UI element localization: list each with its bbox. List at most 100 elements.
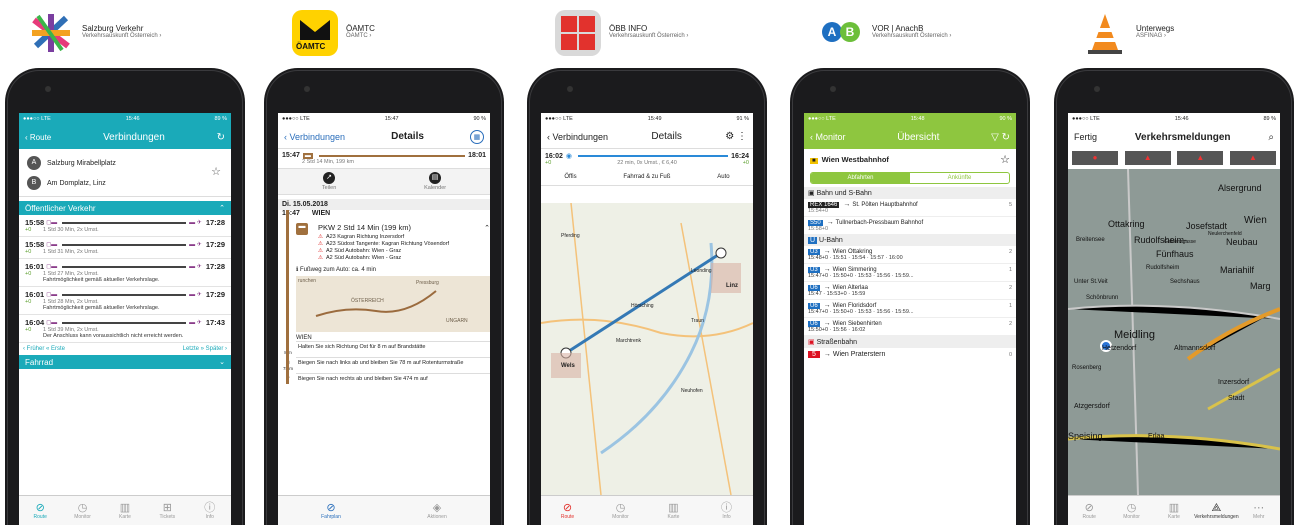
nav-bar: ‹ Verbindungen Details ▦ xyxy=(278,125,490,149)
seg-abfahrten[interactable]: Abfahrten xyxy=(811,173,910,183)
arrow-icon: ↰ xyxy=(285,360,291,366)
done-button[interactable]: Fertig xyxy=(1074,132,1097,142)
tab-info[interactable]: ⓘ Info xyxy=(707,502,747,520)
connection-row[interactable]: 15:58 ◻▬ ▬ ✈ 17:29 +0 1 Std 31 Min, 2x Umst. xyxy=(19,237,231,259)
calendar-button[interactable]: ▤ Kalender xyxy=(424,172,446,191)
bus-icon: ■ xyxy=(810,158,818,164)
star-icon[interactable]: ☆ xyxy=(1000,153,1010,166)
app-subtitle: Verkehrsauskunft Österreich › xyxy=(82,33,162,39)
departure-row[interactable]: U3 → Wien Simmering 1 15:47+0 · 15:50+0 · 1… xyxy=(804,264,1016,282)
tab-traffic[interactable]: ⟁ Verkehrsmeldungen xyxy=(1194,502,1238,520)
tab-more[interactable]: ⋯ Mehr xyxy=(1239,502,1279,520)
route-map[interactable]: runchen Pressburg ÖSTERREICH UNGARN xyxy=(296,276,490,332)
map-label: Hetzendorf xyxy=(1102,345,1137,352)
phone-frame: ●●●○○ LTE 15:49 91 % ‹ Verbindungen Detail… xyxy=(527,68,767,525)
departure-row[interactable]: U3 → Wien Ottakring 2 15:48+0 · 15:51 · 15:… xyxy=(804,246,1016,264)
tab-info[interactable]: ⓘ Info xyxy=(190,502,230,520)
tab-route[interactable]: ⊘ Route xyxy=(20,502,60,520)
filter-icon[interactable]: ▽ ↻ xyxy=(991,132,1010,143)
seg-ankuenfte[interactable]: Ankünfte xyxy=(910,173,1009,183)
back-button[interactable]: ‹ Route xyxy=(25,133,51,142)
departure-row[interactable]: REX 1646 → St. Pölten Hauptbahnhof 5 15:54+… xyxy=(804,199,1016,217)
section-ubahn: U U-Bahn xyxy=(804,235,1016,246)
tab-monitor[interactable]: ◷ Monitor xyxy=(63,502,103,520)
tram-icon: ▣ xyxy=(808,339,817,346)
section-header[interactable]: Öffentlicher Verkehr ⌃ xyxy=(19,201,231,215)
map[interactable]: Pferding Leonding Linz Traun Marchtrenk … xyxy=(541,203,753,495)
map-label: Rudolfsheim xyxy=(1146,265,1180,271)
chevron-up-icon: ⌃ xyxy=(484,224,490,232)
tab-monitor[interactable]: ◷ Monitor xyxy=(601,502,641,520)
warning-icon[interactable]: ▲ xyxy=(1229,151,1276,165)
mode-oeffis[interactable]: Öffis xyxy=(564,174,576,180)
screen: ●●●○○ LTE 15:46 89 % Fertig Verkehrsmeldun… xyxy=(1068,113,1280,525)
car-icon: ▬ xyxy=(302,152,313,159)
car-icon: ▬ xyxy=(296,223,308,235)
arrow-icon: ↑ xyxy=(286,344,290,350)
tab-map[interactable]: ▥ Karte xyxy=(105,502,145,520)
map-label: Breitensee xyxy=(1076,237,1105,243)
filter-all-button[interactable]: ● xyxy=(1072,151,1118,165)
bike-section[interactable]: Fahrrad ⌄ xyxy=(19,355,231,369)
back-button[interactable]: ‹ Monitor xyxy=(810,132,846,142)
tab-fahrplan[interactable]: ⊘ Fahrplan xyxy=(311,502,351,520)
route-endpoints: A Salzburg Mirabellplatz B Am Domplatz, Li… xyxy=(19,149,231,197)
departure-row[interactable]: U6 → Wien Floridsdorf 1 15:47+0 · 15:50+0 ·… xyxy=(804,300,1016,318)
map-label: Neulerchenfeld xyxy=(1208,231,1242,237)
tab-map[interactable]: ▥ Karte xyxy=(654,502,694,520)
departure-row[interactable]: U6 → Wien Alterlaa 2 15:47 · 15:53+0 · 15:5… xyxy=(804,282,1016,300)
nav-bar: ‹ Verbindungen Details ⚙ ⋮ xyxy=(541,125,753,149)
departure-row[interactable]: U6 → Wien Siebenhirten 2 15:50+0 · 15:56 · … xyxy=(804,318,1016,336)
departure-row[interactable]: S50 → Tullnerbach-Pressbaum Bahnhof 15:58+… xyxy=(804,217,1016,235)
tab-route[interactable]: ⊘ Route xyxy=(1069,502,1109,520)
tab-aktionen[interactable]: ◈ Aktionen xyxy=(417,502,457,520)
page-title: Details xyxy=(651,131,682,142)
warning-icon[interactable]: ▲ xyxy=(1177,151,1224,165)
screen: ●●●○○ LTE 15:46 89 % ‹ Route Verbindungen … xyxy=(19,113,231,525)
later-button[interactable]: Letzte » Später › xyxy=(183,346,227,352)
tab-tickets[interactable]: ⊞ Tickets xyxy=(147,502,187,520)
gear-icon[interactable]: ⚙ ⋮ xyxy=(725,131,747,142)
mode-car[interactable]: Auto xyxy=(717,174,729,180)
tab-route[interactable]: ⊘ Route xyxy=(548,502,588,520)
calendar-icon[interactable]: ▦ xyxy=(469,129,484,144)
tab-bar: ⊘ Route ◷ Monitor ▥ Karte ⟁ Verkehrsmeldunge… xyxy=(1068,495,1280,525)
bus-icon: ◻▬ xyxy=(46,242,58,248)
earlier-button[interactable]: ‹ Früher « Erste xyxy=(23,346,65,352)
departure-row[interactable]: 5 → Wien Praterstern 0 xyxy=(804,348,1016,361)
mode-bike-walk[interactable]: Fahrrad & zu Fuß xyxy=(623,174,670,180)
phone-frame: ●●●○○ LTE 15:46 89 % Fertig Verkehrsmeldun… xyxy=(1054,68,1294,525)
back-button[interactable]: ‹ Verbindungen xyxy=(284,132,345,142)
share-button[interactable]: ↗ Teilen xyxy=(322,172,336,191)
status-bar: ●●●○○ LTE 15:48 90 % xyxy=(804,113,1016,125)
map-label: Unter St.Veit xyxy=(1074,279,1108,285)
map-icon: ▥ xyxy=(119,501,131,514)
map[interactable]: Alsergrund Ottakring Josefstadt Wien Breiten… xyxy=(1068,169,1280,495)
pager: ‹ Früher « Erste Letzte » Später › xyxy=(19,343,231,355)
warning-icon[interactable]: ▲ xyxy=(1124,151,1171,165)
ubahn-icon: U xyxy=(808,237,818,244)
pkw-block[interactable]: ▬ PKW 2 Std 14 Min (199 km) ⌃ ⚠ A23 Kagran… xyxy=(296,223,490,262)
tab-map[interactable]: ▥ Karte xyxy=(1154,502,1194,520)
from-field[interactable]: Salzburg Mirabellplatz xyxy=(47,160,116,167)
app-column-asfinag: Unterwegs ASFINAG › ●●●○○ LTE 15:46 89 % F… xyxy=(1054,0,1294,525)
section-tram: ▣ Straßenbahn xyxy=(804,336,1016,348)
map-label: Altmannsdorf xyxy=(1174,345,1216,352)
map-label: Speising xyxy=(1068,431,1103,441)
route-step: ⚠ A23 Kagran Richtung Inzersdorf xyxy=(318,234,405,240)
warning-icon: ⚠ xyxy=(318,234,323,240)
search-icon[interactable]: ⌕ xyxy=(1268,132,1274,143)
connection-row[interactable]: 16:01 ◻▬ ▬ ✈ 17:29 +0 1 Std 28 Min, 2x Umst. F… xyxy=(19,287,231,315)
connection-row[interactable]: 15:58 ◻▬ ▬ ✈ 17:28 +0 1 Std 30 Min, 2x Umst. xyxy=(19,215,231,237)
connection-row[interactable]: 16:01 ◻▬ ▬ ✈ 17:28 +0 1 Std 27 Min, 2x Umst. F… xyxy=(19,259,231,287)
connection-row[interactable]: 16:04 ◻▬ ▬ ✈ 17:43 +0 1 Std 39 Min, 2x Umst. D… xyxy=(19,315,231,343)
app-name: Unterwegs xyxy=(1136,24,1175,33)
train-icon: ▣ xyxy=(808,190,817,197)
back-button[interactable]: ‹ Verbindungen xyxy=(547,132,608,142)
star-icon[interactable]: ☆ xyxy=(211,165,221,178)
to-field[interactable]: Am Domplatz, Linz xyxy=(47,180,106,187)
bus-icon: ◻▬ xyxy=(46,320,58,326)
tab-monitor[interactable]: ◷ Monitor xyxy=(1112,502,1152,520)
map-label: Sechshaus xyxy=(1170,279,1200,285)
refresh-icon[interactable]: ↻ xyxy=(217,132,225,143)
